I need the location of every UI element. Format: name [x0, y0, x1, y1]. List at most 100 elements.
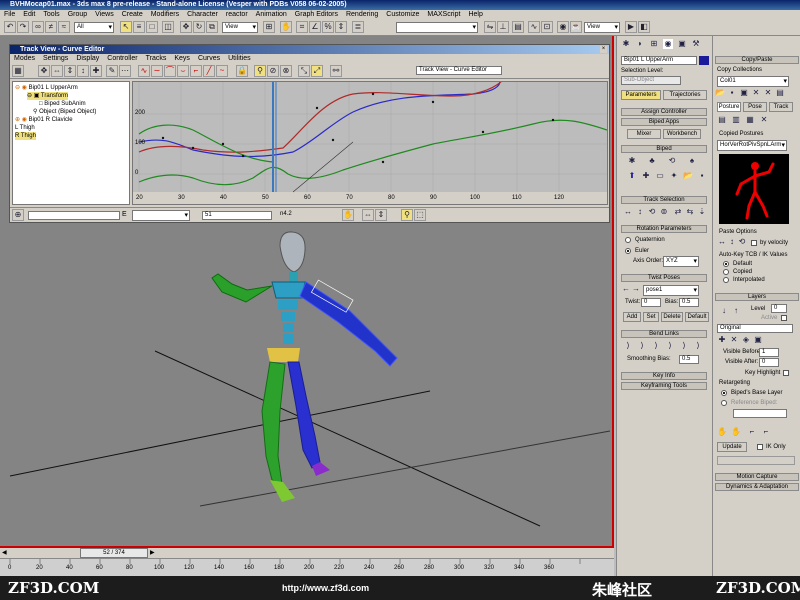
- twist-field[interactable]: 0: [641, 298, 661, 307]
- menu-file[interactable]: File: [4, 11, 15, 18]
- copy-posture-icon[interactable]: ▤: [717, 115, 727, 125]
- prev-layer-icon[interactable]: ↓: [719, 306, 729, 316]
- tv-menu-keys[interactable]: Keys: [174, 55, 190, 62]
- object-color-swatch[interactable]: [699, 56, 709, 65]
- rotation-parameters-rollout[interactable]: Rotation Parameters: [621, 225, 707, 233]
- menu-character[interactable]: Character: [187, 11, 218, 18]
- tv-menu-modes[interactable]: Modes: [14, 55, 35, 62]
- tree-item-l-thigh[interactable]: L Thigh: [15, 124, 35, 132]
- show-keyable-icon[interactable]: ⤡: [298, 65, 310, 77]
- tangent-fast-icon[interactable]: ⌒: [164, 65, 176, 77]
- draw-curves-icon[interactable]: ✎: [106, 65, 118, 77]
- pose-dropdown[interactable]: pose1: [643, 285, 699, 296]
- layer-manager-icon[interactable]: ▤: [512, 21, 524, 33]
- move-icon[interactable]: ✥: [180, 21, 192, 33]
- snap-toggle-icon[interactable]: ⌗: [296, 21, 308, 33]
- tangent-auto-icon[interactable]: ∿: [138, 65, 150, 77]
- tv-menu-display[interactable]: Display: [76, 55, 99, 62]
- menu-edit[interactable]: Edit: [23, 11, 35, 18]
- menu-tools[interactable]: Tools: [43, 11, 59, 18]
- trackbar[interactable]: 0 20 40 60 80 100 120 140 160 180 200 22…: [0, 558, 614, 576]
- tv-menu-tracks[interactable]: Tracks: [146, 55, 167, 62]
- menu-maxscript[interactable]: MAXScript: [427, 11, 460, 18]
- prev-pose-icon[interactable]: ←: [621, 284, 631, 294]
- tree-item-transform[interactable]: ⊖ ▣ Transform: [27, 92, 69, 100]
- max-file-icon[interactable]: ▤: [775, 88, 785, 98]
- add-pose-button[interactable]: Add: [623, 312, 641, 322]
- unlink-icon[interactable]: ≠: [45, 21, 57, 33]
- quaternion-radio[interactable]: [625, 237, 631, 243]
- move-keys-icon[interactable]: ✥: [38, 65, 50, 77]
- collapse-layer-icon[interactable]: ◈: [741, 335, 751, 345]
- dynamics-rollout[interactable]: Dynamics & Adaptation: [715, 483, 799, 491]
- utilities-tab-icon[interactable]: ⚒: [691, 39, 701, 49]
- collection-dropdown[interactable]: Col01: [717, 76, 789, 87]
- tv-track-field[interactable]: [28, 211, 120, 220]
- retarget-right-leg-icon[interactable]: ⌐: [761, 427, 771, 437]
- select-children-icon[interactable]: ⇣: [697, 207, 707, 217]
- next-frame-icon[interactable]: ▶: [150, 549, 158, 557]
- menu-animation[interactable]: Animation: [256, 11, 287, 18]
- zoom-icon[interactable]: ⚲: [401, 209, 413, 221]
- base-layer-radio[interactable]: [721, 390, 727, 396]
- zoom-horizontal-icon[interactable]: ⇔: [362, 209, 374, 221]
- scale-icon[interactable]: ⧉: [206, 21, 218, 33]
- keyframing-tools-rollout[interactable]: Keyframing Tools: [621, 382, 707, 390]
- reduce-keys-icon[interactable]: ⋯: [119, 65, 131, 77]
- time-slider-thumb[interactable]: 52 / 374: [80, 548, 148, 558]
- slide-keys-icon[interactable]: ⇔: [51, 65, 63, 77]
- curve-graph[interactable]: 200 100 0 20 30 40 50 60 70 80 90 100 11…: [132, 81, 608, 205]
- snap-frames-icon[interactable]: ⚲: [254, 65, 266, 77]
- next-layer-icon[interactable]: ↑: [731, 306, 741, 316]
- material-editor-icon[interactable]: ◉: [557, 21, 569, 33]
- capture-snapshot-icon[interactable]: ▣: [753, 335, 763, 345]
- select-by-name-icon[interactable]: ≡: [133, 21, 145, 33]
- layer-name-field[interactable]: Original: [717, 324, 793, 333]
- scale-keys-icon[interactable]: ⇕: [64, 65, 76, 77]
- paste-posture-icon[interactable]: ▥: [731, 115, 741, 125]
- default-radio[interactable]: [723, 261, 729, 267]
- tangent-slow-icon[interactable]: ⌣: [177, 65, 189, 77]
- smoothing-bias-field[interactable]: 0.5: [679, 355, 699, 364]
- retarget-right-arm-icon[interactable]: ✋: [731, 427, 741, 437]
- update-button[interactable]: Update: [717, 442, 747, 452]
- pose-tab[interactable]: Pose: [743, 102, 767, 112]
- rotate-icon[interactable]: ↻: [193, 21, 205, 33]
- scale-values-icon[interactable]: ↕: [77, 65, 89, 77]
- lock-selection-icon[interactable]: 🔒: [236, 65, 248, 77]
- menu-customize[interactable]: Customize: [386, 11, 419, 18]
- mixer-button[interactable]: Mixer: [627, 129, 661, 139]
- save-collection-icon[interactable]: ▪: [727, 88, 737, 98]
- reference-biped-field[interactable]: [733, 409, 787, 418]
- set-pose-button[interactable]: Set: [643, 312, 659, 322]
- menu-views[interactable]: Views: [95, 11, 114, 18]
- undo-icon[interactable]: ↶: [4, 21, 16, 33]
- select-manipulate-icon[interactable]: ✋: [280, 21, 292, 33]
- modify-tab-icon[interactable]: ◗: [635, 39, 645, 49]
- angle-snap-icon[interactable]: ∠: [309, 21, 321, 33]
- biped-character[interactable]: [211, 231, 398, 502]
- render-last-icon[interactable]: ◧: [638, 21, 650, 33]
- tangent-custom-icon[interactable]: ∼: [151, 65, 163, 77]
- biped-rollout[interactable]: Biped: [621, 145, 707, 153]
- twist-links-mode-icon[interactable]: ⟩: [637, 341, 647, 351]
- figure-mode-icon[interactable]: ✱: [627, 156, 637, 166]
- pivot-center-icon[interactable]: ⊞: [263, 21, 275, 33]
- next-pose-icon[interactable]: →: [631, 284, 641, 294]
- level-field[interactable]: 0: [771, 304, 787, 313]
- euler-radio[interactable]: [625, 248, 631, 254]
- load-collection-icon[interactable]: 📂: [715, 88, 725, 98]
- buffer-mode-icon[interactable]: ⬆: [627, 171, 637, 181]
- lock-tangents-icon[interactable]: ⤢: [311, 65, 323, 77]
- bind-space-warp-icon[interactable]: ≈: [58, 21, 70, 33]
- parameters-tab[interactable]: Parameters: [621, 90, 661, 100]
- tv-menu-utilities[interactable]: Utilities: [228, 55, 251, 62]
- new-collection-icon[interactable]: ▣: [739, 88, 749, 98]
- smooth-twist-icon[interactable]: ⟩: [665, 341, 675, 351]
- workbench-button[interactable]: Workbench: [663, 129, 701, 139]
- visible-before-field[interactable]: 1: [759, 348, 779, 357]
- body-rotation-icon[interactable]: ⟲: [647, 207, 657, 217]
- retarget-left-arm-icon[interactable]: ✋: [717, 427, 727, 437]
- menu-help[interactable]: Help: [468, 11, 482, 18]
- interpolated-radio[interactable]: [723, 277, 729, 283]
